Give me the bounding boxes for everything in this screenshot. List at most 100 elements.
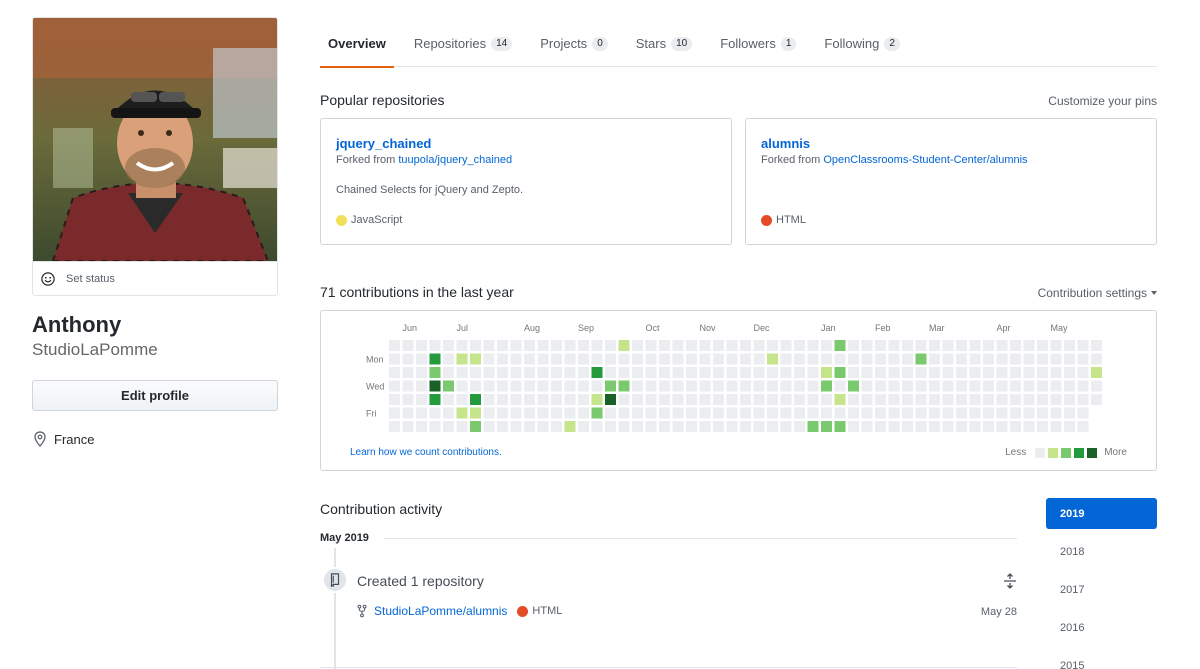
contribution-day-cell[interactable] <box>510 394 522 405</box>
contribution-day-cell[interactable] <box>470 394 481 405</box>
contribution-day-cell[interactable] <box>686 367 697 378</box>
contribution-day-cell[interactable] <box>834 407 846 419</box>
contribution-day-cell[interactable] <box>510 407 522 419</box>
contribution-day-cell[interactable] <box>402 380 414 392</box>
contribution-day-cell[interactable] <box>726 380 738 392</box>
contribution-day-cell[interactable] <box>564 367 576 378</box>
contribution-day-cell[interactable] <box>443 367 454 378</box>
tab-projects[interactable]: Projects 0 <box>532 20 616 67</box>
contribution-day-cell[interactable] <box>578 421 589 432</box>
contribution-day-cell[interactable] <box>672 340 684 351</box>
contribution-day-cell[interactable] <box>942 367 954 378</box>
contribution-day-cell[interactable] <box>1050 380 1062 392</box>
contribution-day-cell[interactable] <box>443 340 454 351</box>
contribution-day-cell[interactable] <box>713 421 724 432</box>
contribution-day-cell[interactable] <box>767 367 778 378</box>
contribution-day-cell[interactable] <box>942 340 954 351</box>
contribution-day-cell[interactable] <box>497 407 508 419</box>
contribution-day-cell[interactable] <box>578 380 589 392</box>
tab-overview[interactable]: Overview <box>320 20 394 68</box>
contribution-day-cell[interactable] <box>537 421 549 432</box>
contribution-day-cell[interactable] <box>632 421 643 432</box>
contribution-day-cell[interactable] <box>470 367 481 378</box>
contribution-day-cell[interactable] <box>659 353 670 365</box>
contribution-day-cell[interactable] <box>1010 367 1021 378</box>
contribution-day-cell[interactable] <box>861 380 873 392</box>
contribution-day-cell[interactable] <box>713 394 724 405</box>
contribution-day-cell[interactable] <box>645 421 657 432</box>
contribution-day-cell[interactable] <box>915 340 927 351</box>
contribution-day-cell[interactable] <box>794 407 805 419</box>
contribution-day-cell[interactable] <box>686 421 697 432</box>
contribution-day-cell[interactable] <box>591 340 603 351</box>
contribution-day-cell[interactable] <box>416 394 427 405</box>
contribution-day-cell[interactable] <box>564 407 576 419</box>
tab-followers[interactable]: Followers 1 <box>712 20 804 67</box>
contribution-day-cell[interactable] <box>1064 421 1075 432</box>
contribution-day-cell[interactable] <box>483 367 495 378</box>
contribution-day-cell[interactable] <box>551 367 562 378</box>
contribution-day-cell[interactable] <box>686 340 697 351</box>
contribution-day-cell[interactable] <box>389 367 400 378</box>
contribution-day-cell[interactable] <box>807 380 819 392</box>
contribution-day-cell[interactable] <box>902 353 913 365</box>
contribution-day-cell[interactable] <box>753 353 765 365</box>
contribution-day-cell[interactable] <box>645 380 657 392</box>
contribution-day-cell[interactable] <box>834 340 846 351</box>
contribution-day-cell[interactable] <box>1050 353 1062 365</box>
contribution-day-cell[interactable] <box>618 380 630 392</box>
contribution-day-cell[interactable] <box>875 394 886 405</box>
contribution-day-cell[interactable] <box>996 367 1008 378</box>
contribution-day-cell[interactable] <box>875 407 886 419</box>
contribution-day-cell[interactable] <box>969 394 981 405</box>
contribution-day-cell[interactable] <box>672 421 684 432</box>
contribution-day-cell[interactable] <box>456 394 468 405</box>
contribution-day-cell[interactable] <box>483 353 495 365</box>
contribution-day-cell[interactable] <box>834 421 846 432</box>
contribution-day-cell[interactable] <box>632 407 643 419</box>
contribution-day-cell[interactable] <box>686 407 697 419</box>
contribution-day-cell[interactable] <box>618 394 630 405</box>
year-link[interactable]: 2019 <box>1046 498 1157 529</box>
contribution-day-cell[interactable] <box>780 421 792 432</box>
contribution-day-cell[interactable] <box>848 353 859 365</box>
contribution-day-cell[interactable] <box>969 380 981 392</box>
contribution-day-cell[interactable] <box>848 340 859 351</box>
contribution-day-cell[interactable] <box>1091 394 1102 405</box>
contribution-day-cell[interactable] <box>888 340 900 351</box>
contribution-day-cell[interactable] <box>618 407 630 419</box>
learn-contributions-link[interactable]: Learn how we count contributions. <box>350 447 502 458</box>
contribution-day-cell[interactable] <box>996 340 1008 351</box>
contribution-day-cell[interactable] <box>686 353 697 365</box>
contribution-day-cell[interactable] <box>659 380 670 392</box>
contribution-day-cell[interactable] <box>1023 340 1035 351</box>
contribution-day-cell[interactable] <box>1050 407 1062 419</box>
contribution-day-cell[interactable] <box>753 367 765 378</box>
contribution-day-cell[interactable] <box>942 421 954 432</box>
contribution-day-cell[interactable] <box>632 367 643 378</box>
contribution-day-cell[interactable] <box>1010 394 1021 405</box>
contribution-day-cell[interactable] <box>470 407 481 419</box>
contribution-day-cell[interactable] <box>983 394 994 405</box>
contribution-day-cell[interactable] <box>753 380 765 392</box>
contribution-day-cell[interactable] <box>713 367 724 378</box>
contribution-day-cell[interactable] <box>1077 340 1089 351</box>
contribution-day-cell[interactable] <box>780 380 792 392</box>
contribution-day-cell[interactable] <box>510 367 522 378</box>
contribution-day-cell[interactable] <box>740 421 751 432</box>
contribution-day-cell[interactable] <box>389 380 400 392</box>
contribution-day-cell[interactable] <box>1050 340 1062 351</box>
contribution-day-cell[interactable] <box>672 353 684 365</box>
contribution-day-cell[interactable] <box>524 367 535 378</box>
contribution-day-cell[interactable] <box>821 367 832 378</box>
contribution-day-cell[interactable] <box>389 421 400 432</box>
contribution-day-cell[interactable] <box>402 367 414 378</box>
contribution-day-cell[interactable] <box>902 421 913 432</box>
contribution-day-cell[interactable] <box>605 367 616 378</box>
contribution-day-cell[interactable] <box>497 421 508 432</box>
contribution-day-cell[interactable] <box>794 394 805 405</box>
contribution-day-cell[interactable] <box>483 394 495 405</box>
contribution-day-cell[interactable] <box>1064 367 1075 378</box>
contribution-day-cell[interactable] <box>632 380 643 392</box>
contribution-day-cell[interactable] <box>902 394 913 405</box>
